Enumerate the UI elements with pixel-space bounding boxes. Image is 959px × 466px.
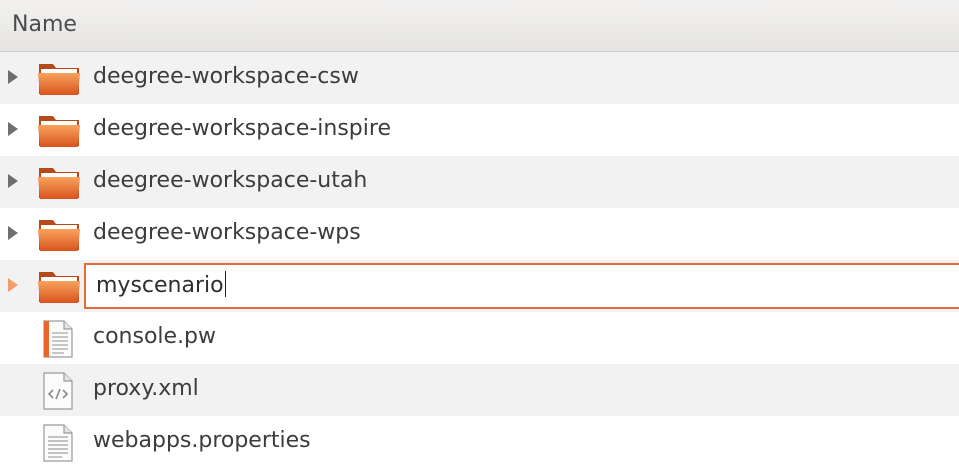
folder-row-deegree-workspace-utah[interactable]: deegree-workspace-utah: [0, 156, 959, 208]
folder-icon: [38, 220, 80, 251]
folder-row-deegree-workspace-wps[interactable]: deegree-workspace-wps: [0, 208, 959, 260]
text-file-icon: [43, 320, 73, 358]
file-row-console-pw[interactable]: console.pw: [0, 312, 959, 364]
xml-file-icon: [43, 372, 73, 410]
expand-arrow-icon[interactable]: [8, 70, 18, 84]
folder-icon: [38, 272, 80, 303]
folder-row-deegree-workspace-csw[interactable]: deegree-workspace-csw: [0, 52, 959, 104]
file-name: webapps.properties: [93, 428, 311, 453]
file-name: proxy.xml: [93, 376, 199, 401]
file-row-proxy-xml[interactable]: proxy.xml: [0, 364, 959, 416]
folder-name: deegree-workspace-wps: [93, 220, 361, 245]
folder-name: deegree-workspace-inspire: [93, 116, 391, 141]
expand-arrow-icon[interactable]: [8, 122, 18, 136]
text-file-icon: [43, 424, 73, 462]
file-name: console.pw: [93, 324, 217, 349]
folder-name: deegree-workspace-csw: [93, 64, 359, 89]
folder-icon: [38, 168, 80, 199]
folder-name: deegree-workspace-utah: [93, 168, 368, 193]
column-header-label: Name: [12, 12, 77, 37]
file-row-webapps-properties[interactable]: webapps.properties: [0, 416, 959, 466]
column-header-name[interactable]: Name: [0, 0, 959, 52]
rename-input-value: myscenario: [96, 273, 224, 298]
folder-row-myscenario[interactable]: myscenario: [0, 260, 959, 312]
expand-arrow-icon[interactable]: [8, 174, 18, 188]
folder-icon: [38, 64, 80, 95]
expand-arrow-icon[interactable]: [8, 226, 18, 240]
file-list-view: Name deegree-workspace-csw deegree-works…: [0, 0, 959, 466]
folder-icon: [38, 116, 80, 147]
expand-arrow-icon[interactable]: [8, 278, 18, 292]
text-caret: [224, 271, 226, 297]
folder-row-deegree-workspace-inspire[interactable]: deegree-workspace-inspire: [0, 104, 959, 156]
rename-input[interactable]: myscenario: [84, 263, 959, 309]
